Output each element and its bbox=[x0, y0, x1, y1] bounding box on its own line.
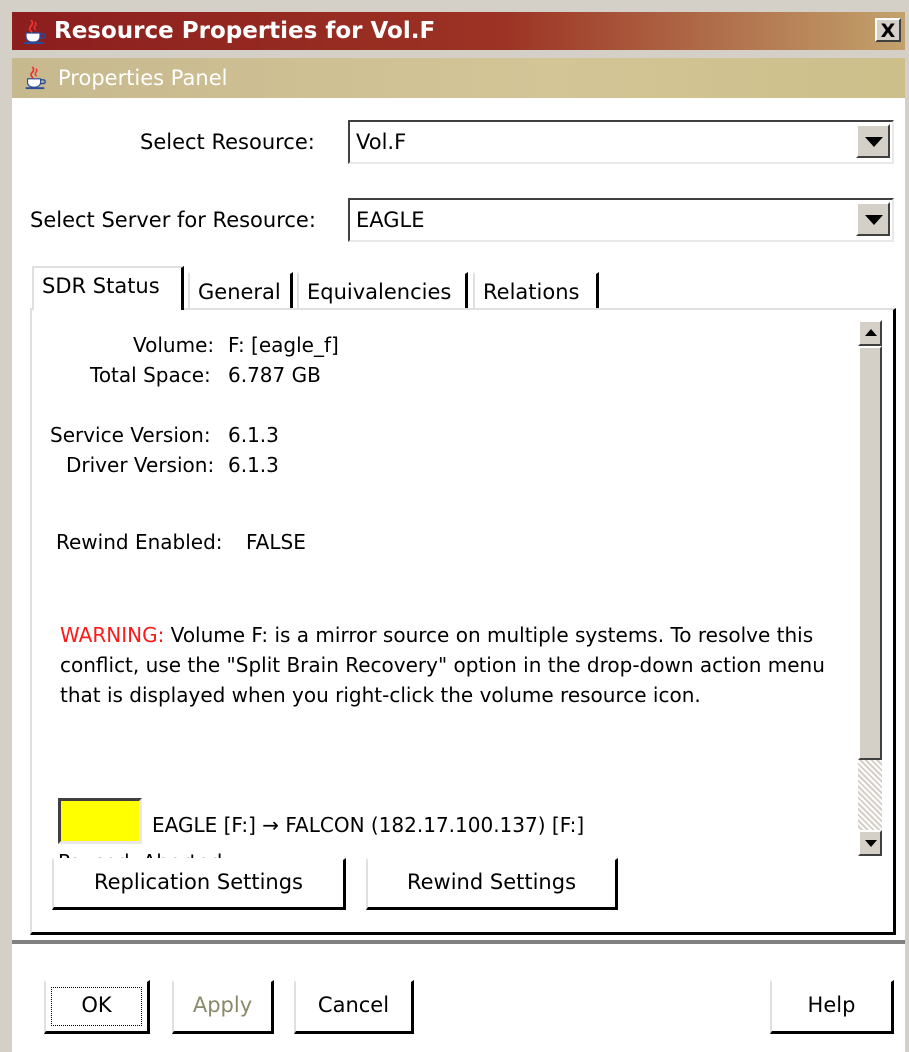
dropdown-button[interactable] bbox=[856, 124, 890, 158]
focus-ring bbox=[51, 987, 142, 1026]
cancel-button[interactable]: Cancel bbox=[294, 980, 414, 1034]
warning-prefix: WARNING: bbox=[60, 623, 165, 647]
tab-label: Relations bbox=[483, 280, 580, 304]
tab-label: Equivalencies bbox=[307, 280, 452, 304]
total-space-value: 6.787 GB bbox=[228, 363, 321, 387]
rewind-settings-button[interactable]: Rewind Settings bbox=[366, 858, 618, 910]
rewind-enabled-label: Rewind Enabled: bbox=[56, 530, 223, 554]
mirror-description: EAGLE [F:] → FALCON (182.17.100.137) [F:… bbox=[152, 813, 585, 837]
vertical-scrollbar[interactable] bbox=[858, 320, 882, 856]
tab-sdr-status[interactable]: SDR Status bbox=[32, 266, 184, 310]
total-space-label: Total Space: bbox=[90, 363, 211, 387]
java-coffee-cup-icon bbox=[20, 17, 48, 51]
tab-equivalencies[interactable]: Equivalencies bbox=[297, 272, 468, 309]
scroll-up-button[interactable] bbox=[858, 320, 882, 346]
panel-title: Properties Panel bbox=[58, 66, 228, 90]
java-coffee-cup-icon bbox=[22, 64, 48, 95]
split-brain-warning: WARNING: Volume F: is a mirror source on… bbox=[60, 620, 830, 710]
driver-version-label: Driver Version: bbox=[66, 453, 215, 477]
properties-panel-header: Properties Panel bbox=[12, 58, 905, 98]
service-version-label: Service Version: bbox=[50, 423, 211, 447]
service-version-value: 6.1.3 bbox=[228, 423, 279, 447]
mirror-status-swatch bbox=[58, 798, 142, 844]
select-resource-label: Select Resource: bbox=[140, 130, 315, 154]
close-icon: X bbox=[880, 20, 896, 42]
chevron-down-icon bbox=[865, 137, 883, 147]
volume-value: F: [eagle_f] bbox=[228, 333, 339, 357]
arrow-up-icon bbox=[865, 329, 877, 336]
replication-settings-button[interactable]: Replication Settings bbox=[52, 858, 346, 910]
tab-relations[interactable]: Relations bbox=[473, 272, 599, 309]
select-server-dropdown[interactable]: EAGLE bbox=[348, 198, 894, 242]
scroll-thumb[interactable] bbox=[858, 346, 882, 760]
scroll-down-button[interactable] bbox=[858, 830, 882, 856]
chevron-down-icon bbox=[865, 215, 883, 225]
tab-general[interactable]: General bbox=[188, 272, 293, 309]
tab-label: SDR Status bbox=[42, 274, 160, 298]
window-title: Resource Properties for Vol.F bbox=[54, 18, 436, 44]
select-resource-value: Vol.F bbox=[356, 130, 407, 154]
help-button[interactable]: Help bbox=[770, 980, 894, 1034]
driver-version-value: 6.1.3 bbox=[228, 453, 279, 477]
select-resource-dropdown[interactable]: Vol.F bbox=[348, 120, 894, 164]
close-button[interactable]: X bbox=[875, 18, 901, 42]
warning-text: Volume F: is a mirror source on multiple… bbox=[60, 623, 825, 707]
ok-button[interactable]: OK bbox=[44, 980, 150, 1034]
select-server-label: Select Server for Resource: bbox=[30, 208, 316, 232]
arrow-down-icon bbox=[865, 840, 877, 847]
dropdown-button[interactable] bbox=[856, 202, 890, 236]
volume-label: Volume: bbox=[133, 333, 215, 357]
rewind-enabled-value: FALSE bbox=[246, 530, 306, 554]
select-server-value: EAGLE bbox=[356, 208, 425, 232]
scroll-track[interactable] bbox=[858, 760, 882, 830]
tab-label: General bbox=[198, 280, 281, 304]
apply-button[interactable]: Apply bbox=[172, 980, 274, 1034]
resource-properties-window: Resource Properties for Vol.F X Properti… bbox=[0, 0, 909, 1052]
title-bar[interactable]: Resource Properties for Vol.F X bbox=[12, 12, 905, 50]
